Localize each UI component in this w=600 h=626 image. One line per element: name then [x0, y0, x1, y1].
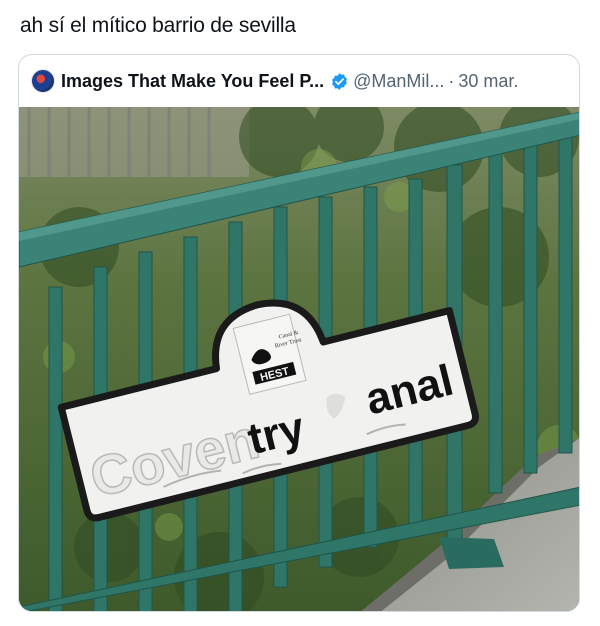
quoted-tweet-card[interactable]: Images That Make You Feel P... @ManMil..… — [18, 54, 580, 612]
verified-badge-icon — [332, 72, 348, 90]
tweet-caption: ah sí el mítico barrio de sevilla — [20, 14, 296, 37]
quoted-tweet-header: Images That Make You Feel P... @ManMil..… — [19, 55, 579, 107]
quoted-author-handle[interactable]: @ManMil... — [353, 71, 444, 92]
header-separator: · — [448, 70, 455, 91]
sign-on-railing-image: HEST Canal & River Trust Coven try anal — [19, 107, 579, 611]
quoted-author-name[interactable]: Images That Make You Feel P... — [61, 71, 324, 92]
quoted-tweet-photo[interactable]: HEST Canal & River Trust Coven try anal — [19, 107, 579, 611]
globe-avatar-icon[interactable] — [31, 69, 55, 93]
quoted-tweet-date[interactable]: 30 mar. — [458, 71, 518, 92]
